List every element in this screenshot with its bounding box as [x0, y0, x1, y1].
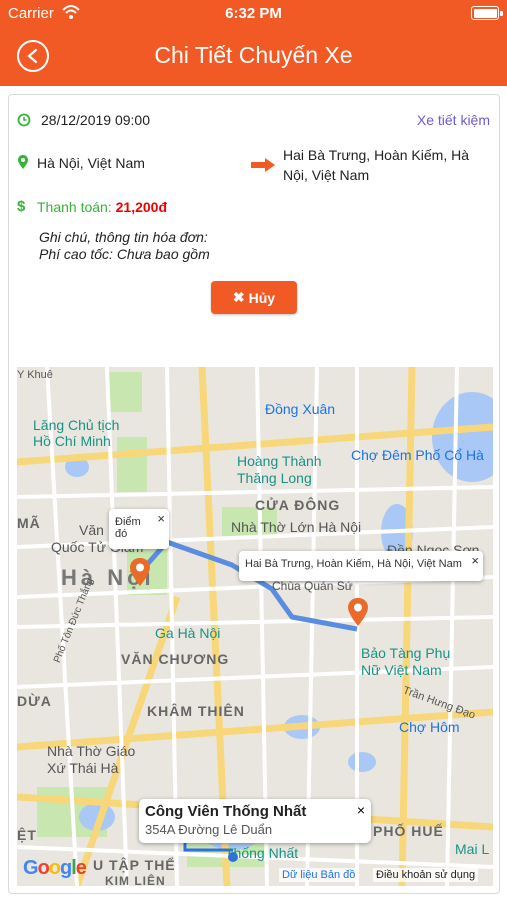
- map-label-hoang-thanh-1: Hoàng Thành: [237, 453, 322, 469]
- location-pin-icon: [18, 155, 28, 169]
- map-label-ma: MÃ: [17, 515, 41, 531]
- place-address: 354A Đường Lê Duẩn: [145, 822, 273, 837]
- close-icon: ✖: [232, 289, 245, 305]
- map-label-cua-dong: CỬA ĐÔNG: [255, 497, 341, 513]
- vehicle-type-link[interactable]: Xe tiết kiệm: [417, 112, 490, 128]
- google-logo: Google: [23, 857, 87, 879]
- map-label-lang-chu-tich-2: Hồ Chí Minh: [33, 433, 111, 449]
- payment-amount: 21,200đ: [115, 199, 167, 215]
- map-label-bao-tang-2: Nữ Việt Nam: [361, 662, 442, 678]
- status-time: 6:32 PM: [225, 5, 282, 22]
- origin-bubble[interactable]: Điểm đó ×: [109, 509, 169, 549]
- note-line-2: Phí cao tốc: Chưa bao gồm: [39, 246, 210, 262]
- place-info-card[interactable]: Công Viên Thống Nhất 354A Đường Lê Duẩn …: [139, 799, 371, 843]
- destination-address: Hai Bà Trưng, Hoàn Kiếm, Hà Nội, Việt Na…: [283, 147, 470, 183]
- map-label-y-khue: Y Khuê: [17, 369, 53, 381]
- trip-detail-card: 28/12/2019 09:00 Xe tiết kiệm Hà Nội, Vi…: [8, 94, 500, 894]
- cancel-button[interactable]: ✖ Hủy: [211, 281, 297, 314]
- map-data-link[interactable]: Dữ liệu Bản đồ: [279, 868, 359, 882]
- trip-datetime: 28/12/2019 09:00: [41, 112, 150, 128]
- map-label-cho-hom: Chợ Hôm: [399, 719, 460, 735]
- origin-bubble-close-icon[interactable]: ×: [157, 511, 165, 526]
- map-label-pho-hue: PHỐ HUẾ: [373, 823, 444, 839]
- destination-bubble[interactable]: Hai Bà Trưng, Hoàn Kiếm, Hà Nội, Việt Na…: [239, 551, 483, 581]
- place-card-close-icon[interactable]: ×: [357, 802, 365, 818]
- map-label-kim-lien: KIM LIÊN: [105, 874, 166, 886]
- map-label-tap-the: U TẬP THỂ: [93, 857, 176, 873]
- origin-bubble-label: Điểm đó: [115, 516, 141, 540]
- payment-row: Thanh toán: 21,200đ: [37, 199, 167, 215]
- map-label-cho-dem: Chợ Đêm Phố Cổ Hà: [351, 447, 484, 463]
- map-label-nha-tho-giao-1: Nhà Thờ Giáo: [47, 743, 136, 759]
- page-title: Chi Tiết Chuyến Xe: [154, 42, 353, 68]
- map-label-bao-tang-1: Bảo Tàng Phụ: [361, 645, 451, 661]
- route-map[interactable]: Y Khuê Đồng Xuân Lăng Chủ tịch Hồ Chí Mi…: [17, 367, 493, 886]
- destination-bubble-label: Hai Bà Trưng, Hoàn Kiếm, Hà Nội, Việt Na…: [245, 558, 462, 570]
- map-label-kham-thien: KHÂM THIÊN: [147, 703, 245, 719]
- map-label-dong-xuan: Đồng Xuân: [265, 401, 336, 417]
- cancel-label: Hủy: [248, 289, 276, 306]
- map-label-chua-quan-su: Chùa Quán Sứ: [272, 579, 353, 593]
- destination-bubble-close-icon[interactable]: ×: [471, 553, 479, 568]
- map-label-nha-tho-giao-2: Xứ Thái Hà: [47, 760, 119, 776]
- map-label-hoang-thanh-2: Thăng Long: [237, 470, 312, 486]
- map-label-lang-chu-tich-1: Lăng Chủ tịch: [33, 417, 120, 433]
- place-name: Công Viên Thống Nhất: [145, 803, 307, 820]
- battery-icon: [471, 6, 503, 20]
- arrow-right-icon: [251, 158, 275, 172]
- map-label-thong-nhat: Thống Nhất: [225, 845, 299, 861]
- clock-icon: [17, 113, 31, 127]
- map-label-et: ỆT: [17, 827, 37, 843]
- map-label-ga-ha-noi: Ga Hà Nội: [155, 625, 221, 641]
- map-label-nha-tho-lon: Nhà Thờ Lớn Hà Nội: [231, 519, 362, 535]
- app-header: Carrier 6:32 PM Chi Tiết Chuyến Xe: [0, 0, 507, 86]
- destination-pin-icon[interactable]: [347, 597, 369, 627]
- map-label-mai-l: Mai L: [455, 841, 490, 857]
- map-label-van-mieu-1: Văn: [79, 522, 104, 538]
- payment-label: Thanh toán:: [37, 199, 112, 215]
- origin-address: Hà Nội, Việt Nam: [37, 155, 145, 171]
- map-label-dua: DỪA: [17, 693, 52, 709]
- map-label-van-chuong: VĂN CHƯƠNG: [121, 651, 230, 667]
- note-line-1: Ghi chú, thông tin hóa đơn:: [39, 229, 208, 245]
- status-bar: Carrier 6:32 PM: [0, 0, 507, 28]
- dollar-icon: $: [17, 198, 26, 215]
- origin-pin-icon[interactable]: [129, 557, 151, 587]
- terms-of-use-link[interactable]: Điều khoản sử dụng: [373, 868, 479, 882]
